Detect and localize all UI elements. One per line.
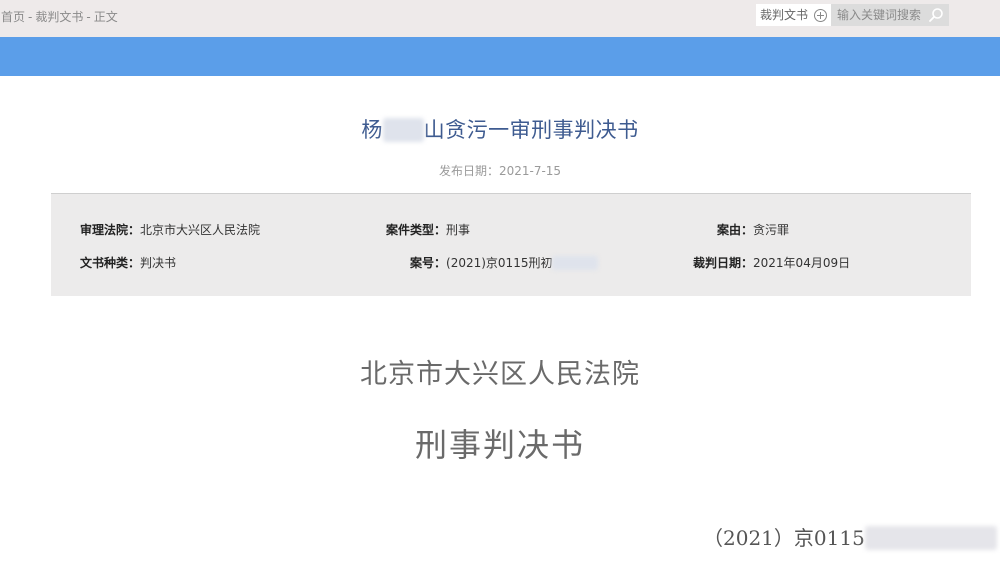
info-case-type-value: 刑事 xyxy=(446,223,471,237)
info-cause-label: 案由： xyxy=(717,223,754,237)
info-court-value: 北京市大兴区人民法院 xyxy=(140,223,261,237)
info-case-no-label: 案号： xyxy=(410,256,447,270)
breadcrumb-separator: - xyxy=(28,10,33,24)
case-number-text: （2021）京0115 xyxy=(703,526,865,550)
info-court: 审理法院：北京市大兴区人民法院 xyxy=(80,221,260,238)
search-category-dropdown[interactable]: 裁判文书 xyxy=(756,4,832,26)
info-judge-date-value: 2021年04月09日 xyxy=(753,256,851,270)
document-title: 杨■■山贪污一审刑事判决书 xyxy=(0,114,1000,144)
breadcrumb-current: 正文 xyxy=(93,10,118,24)
info-case-no-value: (2021)京0115刑初 xyxy=(446,256,553,270)
case-number-redaction: ■■■■■■■ xyxy=(864,526,998,550)
info-cause-value: 贪污罪 xyxy=(753,223,790,237)
title-prefix: 杨 xyxy=(361,118,383,142)
info-doc-kind-label: 文书种类： xyxy=(80,256,141,270)
info-case-no: 案号：(2021)京0115刑初■■■■ xyxy=(410,254,598,271)
header-banner xyxy=(0,37,1000,76)
document-type-heading: 刑事判决书 xyxy=(414,426,585,464)
info-case-type-label: 案件类型： xyxy=(386,223,447,237)
info-case-type: 案件类型：刑事 xyxy=(386,221,470,238)
title-suffix: 山贪污一审刑事判决书 xyxy=(423,118,639,142)
info-cause: 案由：贪污罪 xyxy=(717,221,789,238)
info-judge-date: 裁判日期：2021年04月09日 xyxy=(693,254,850,271)
search-box: 裁判文书 xyxy=(756,4,950,26)
breadcrumb-judgments-link[interactable]: 裁判文书 xyxy=(35,10,83,24)
search-icon[interactable] xyxy=(928,7,944,23)
case-number-line: （2021）京0115■■■■■■■ xyxy=(703,522,998,551)
top-bar: 首页 - 裁判文书 - 正文 裁判文书 xyxy=(0,0,1000,37)
publish-date-label: 发布日期： xyxy=(438,164,499,178)
case-info-panel: 审理法院：北京市大兴区人民法院 案件类型：刑事 案由：贪污罪 文书种类：判决书 … xyxy=(51,193,971,296)
court-header: 北京市大兴区人民法院 xyxy=(360,359,640,390)
info-court-label: 审理法院： xyxy=(80,223,141,237)
info-judge-date-label: 裁判日期： xyxy=(693,256,754,270)
publish-date-value: 2021-7-15 xyxy=(498,164,562,178)
info-doc-kind-value: 判决书 xyxy=(140,256,177,270)
case-no-redaction: ■■■■ xyxy=(552,256,598,270)
search-category-label: 裁判文书 xyxy=(760,8,809,22)
info-doc-kind: 文书种类：判决书 xyxy=(80,254,176,271)
breadcrumb-home-link[interactable]: 首页 xyxy=(1,10,25,24)
breadcrumb: 首页 - 裁判文书 - 正文 xyxy=(1,8,118,25)
title-redaction: ■■ xyxy=(382,118,424,142)
plus-circle-icon[interactable] xyxy=(814,8,828,22)
publish-date: 发布日期：2021-7-15 xyxy=(0,162,1000,179)
breadcrumb-separator: - xyxy=(86,10,91,24)
